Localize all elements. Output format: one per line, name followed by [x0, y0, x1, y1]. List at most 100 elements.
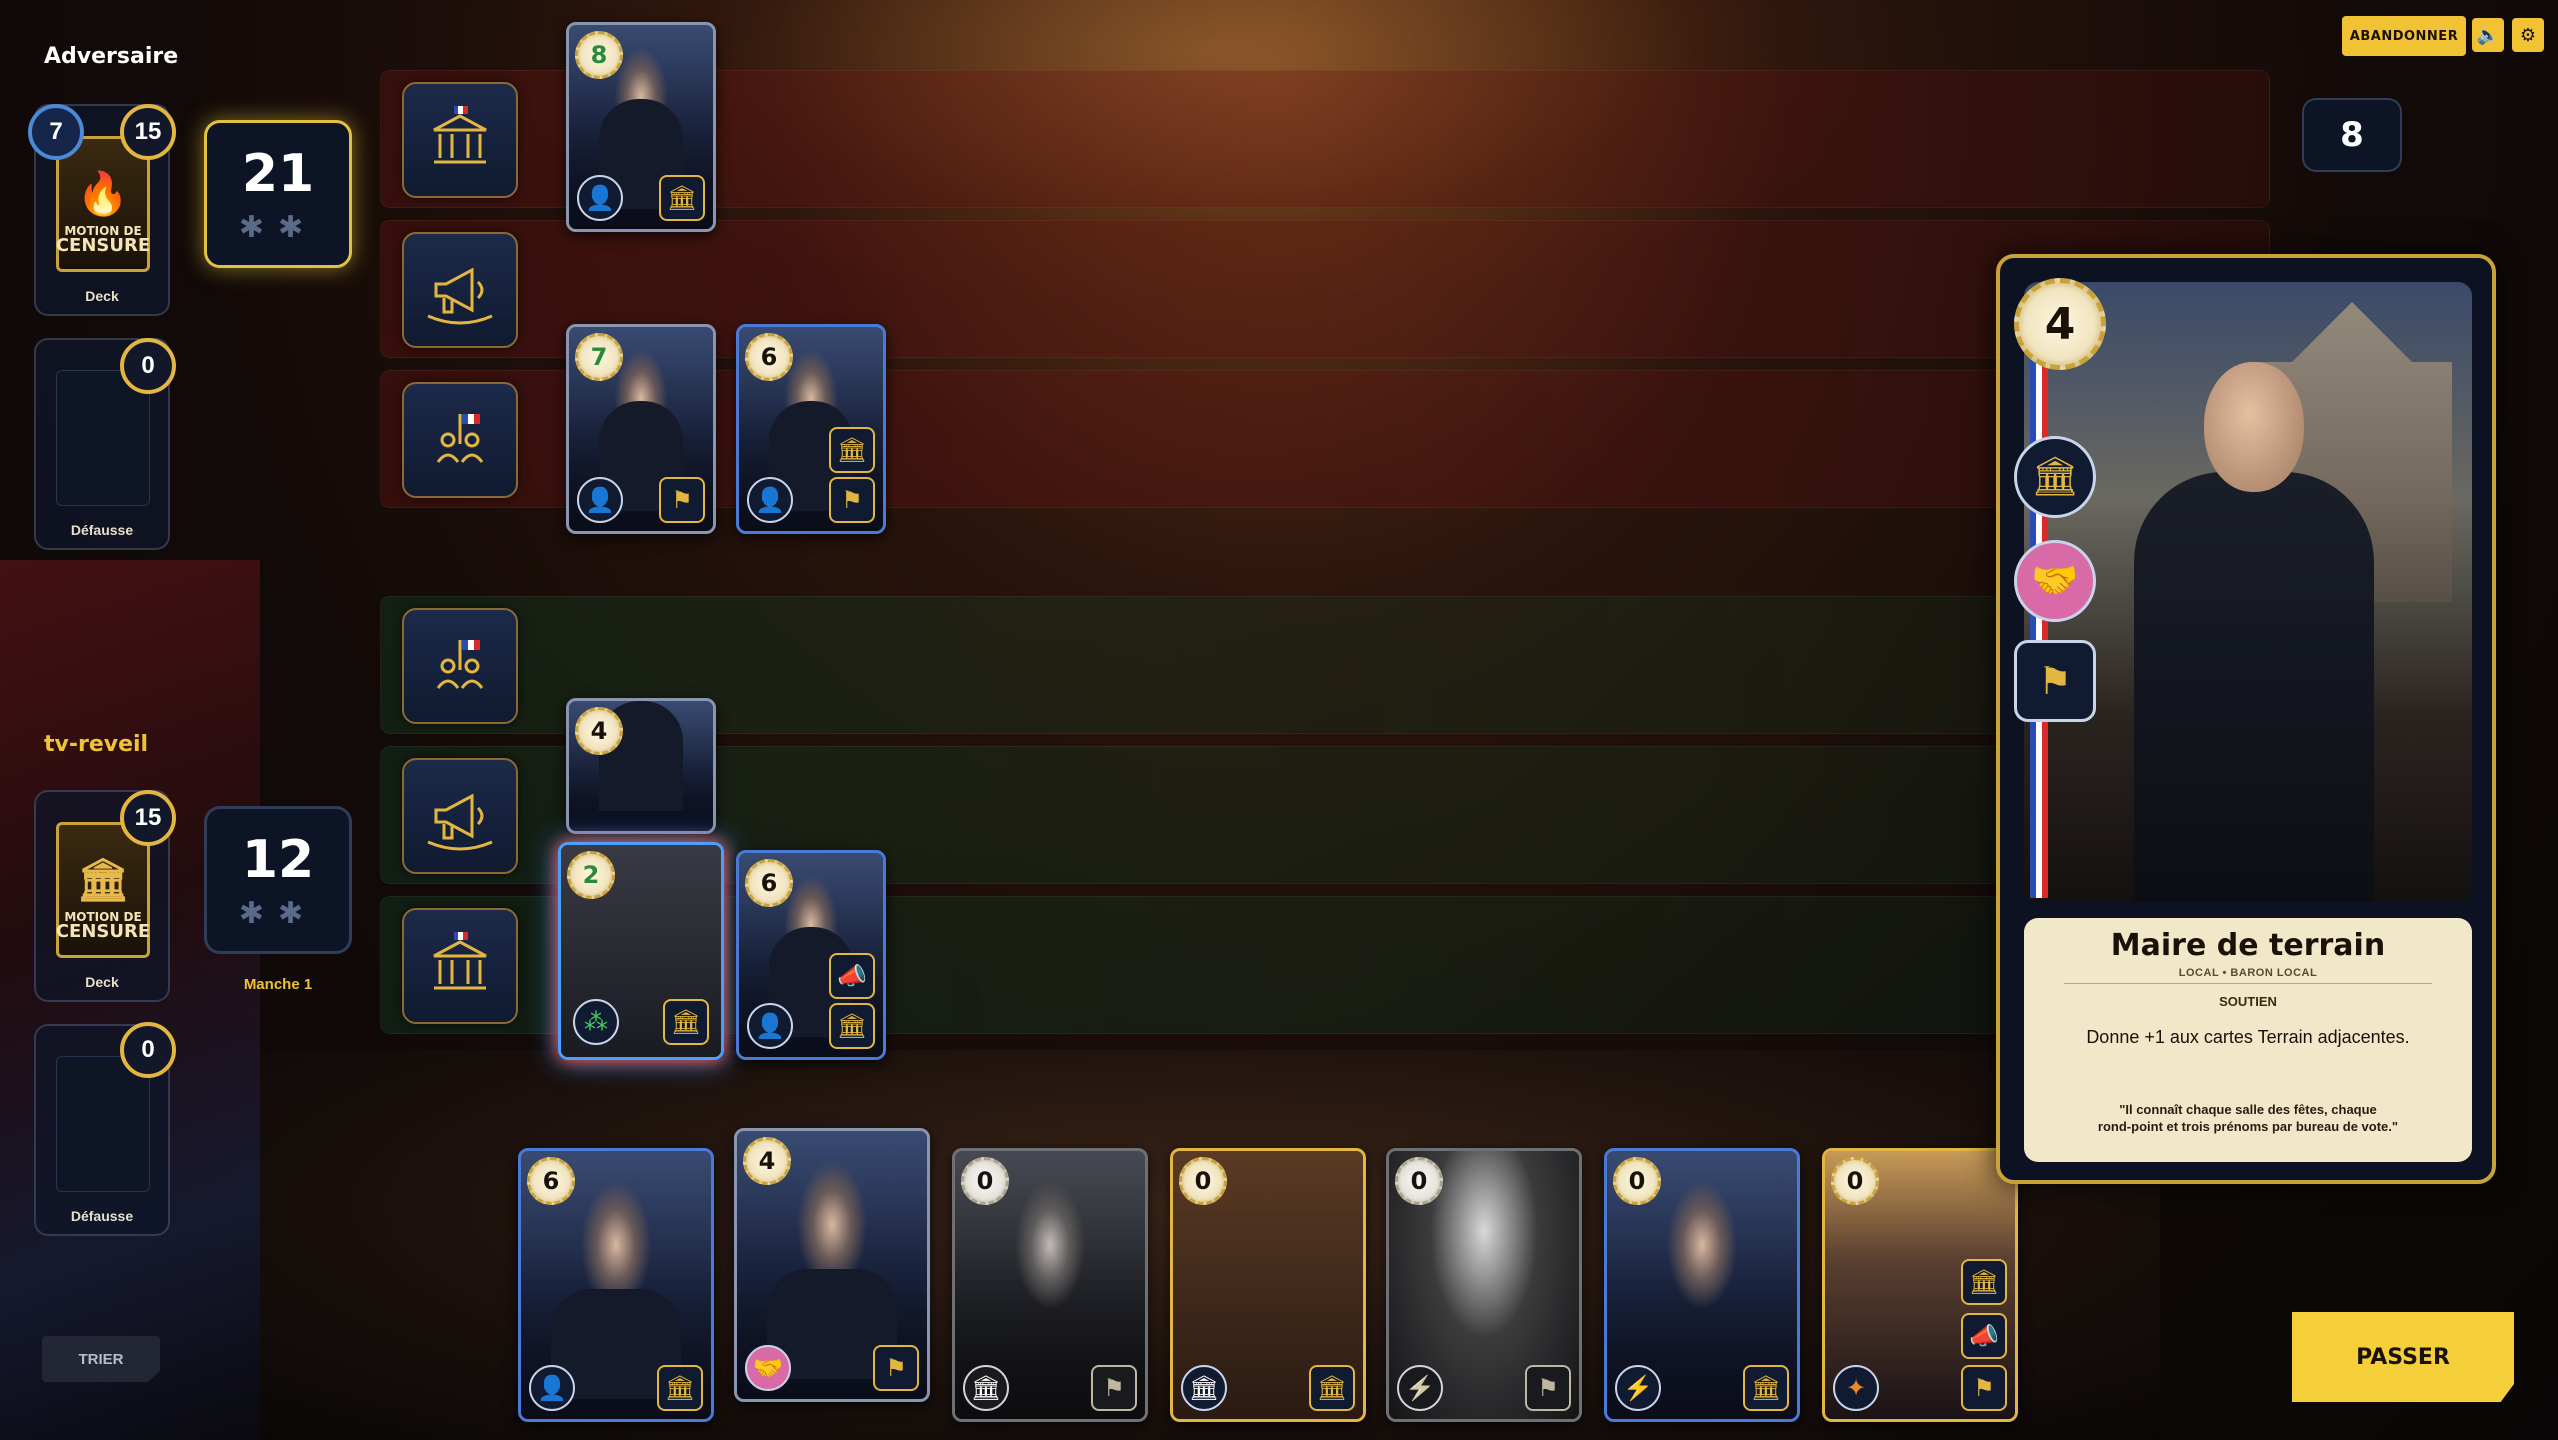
rally-icon: ⚑ [2014, 640, 2096, 722]
card-back-line2: CENSURE [55, 235, 151, 256]
player-discard-label: Défausse [70, 1208, 134, 1224]
opponent-deck-badge-right: 15 [120, 104, 176, 160]
hand-card[interactable]: 0 🏛 🏛 [1170, 1148, 1366, 1422]
institution-icon: 🏛 [659, 175, 705, 221]
opponent-score: 21 ✱✱ [204, 120, 352, 268]
hand-card[interactable]: 6 👤 🏛 [518, 1148, 714, 1422]
opponent-deck-label: Deck [85, 288, 119, 304]
gear-icon[interactable]: ⚙ [2512, 18, 2544, 52]
card-power: 6 [527, 1157, 575, 1205]
player-deck-badge: 15 [120, 790, 176, 846]
player-board-card[interactable]: 4 [566, 698, 716, 834]
handshake-icon: 🤝 [745, 1345, 791, 1391]
player-discard-count: 0 [120, 1022, 176, 1078]
head [2204, 362, 2304, 492]
rally-icon: ⚑ [873, 1345, 919, 1391]
card-power: 0 [1395, 1157, 1443, 1205]
detail-power: 4 [2014, 278, 2106, 370]
opponent-board-card[interactable]: 6 🏛 👤 ⚑ [736, 324, 886, 534]
player-board-card[interactable]: 2 ⁂ 🏛 [558, 842, 724, 1060]
lightning-icon: ⚡ [1397, 1365, 1443, 1411]
person-icon: 👤 [747, 1003, 793, 1049]
card-power: 0 [961, 1157, 1009, 1205]
sort-button[interactable]: TRIER [42, 1336, 160, 1382]
rally-icon: ⚑ [1525, 1365, 1571, 1411]
round-stars: ✱✱ [238, 896, 318, 930]
institution-icon: 🏛 [829, 427, 875, 473]
player-board-card[interactable]: 6 📣 👤 🏛 [736, 850, 886, 1060]
card-power: 0 [1613, 1157, 1661, 1205]
player-name: tv-reveil [44, 732, 149, 757]
hand-card[interactable]: 0 🏛 ⚑ [952, 1148, 1148, 1422]
detail-card-quote: "Il connaît chaque salle des fêtes, chaq… [2044, 1102, 2452, 1136]
mayor-figure [2134, 342, 2374, 902]
megaphone-icon [402, 232, 518, 348]
hand-card[interactable]: 0 ⚡ 🏛 [1604, 1148, 1800, 1422]
coat [2134, 472, 2374, 902]
hand-card[interactable]: 0 🏛 📣 ✦ ⚑ [1822, 1148, 2018, 1422]
pass-button[interactable]: PASSER [2292, 1312, 2514, 1402]
person-icon: 👤 [577, 175, 623, 221]
megaphone-icon: 📣 [829, 953, 875, 999]
card-power: 2 [567, 851, 615, 899]
institution-icon: 🏛 [76, 855, 130, 904]
institution-icon: 🏛 [963, 1365, 1009, 1411]
opponent-hand-count: 8 [2302, 98, 2402, 172]
institution-icon: 🏛 [663, 999, 709, 1045]
rally-icon: ⚑ [1961, 1365, 2007, 1411]
institution-icon [402, 908, 518, 1024]
card-detail-panel: 4 🏛 🤝 ⚑ Maire de terrain LOCAL • BARON L… [1996, 254, 2496, 1184]
person-icon: 👤 [747, 477, 793, 523]
detail-card-tags: LOCAL • BARON LOCAL [2064, 967, 2432, 984]
handshake-icon: 🤝 [2014, 540, 2096, 622]
sound-icon[interactable]: 🔈 [2472, 18, 2504, 52]
opponent-deck-badge-left: 7 [28, 104, 84, 160]
card-power: 0 [1179, 1157, 1227, 1205]
institution-icon: 🏛 [829, 1003, 875, 1049]
opponent-name: Adversaire [44, 44, 179, 69]
megaphone-icon [402, 758, 518, 874]
lightning-icon: ⚡ [1615, 1365, 1661, 1411]
megaphone-icon: 📣 [1961, 1313, 2007, 1359]
card-power: 6 [745, 333, 793, 381]
institution-icon: 🏛 [1743, 1365, 1789, 1411]
opponent-score-value: 21 [241, 143, 315, 204]
card-power: 8 [575, 31, 623, 79]
card-power: 0 [1831, 1157, 1879, 1205]
opponent-board-card[interactable]: 8 👤 🏛 [566, 22, 716, 232]
player-score-value: 12 [241, 829, 315, 890]
opponent-discard-label: Défausse [70, 522, 134, 538]
card-back-line2: CENSURE [55, 921, 151, 942]
round-stars: ✱✱ [238, 210, 318, 244]
person-icon: 👤 [577, 477, 623, 523]
rally-icon: ⚑ [829, 477, 875, 523]
detail-card-type: SOUTIEN [2219, 994, 2277, 1009]
quote-line1: "Il connaît chaque salle des fêtes, chaq… [2119, 1102, 2377, 1117]
player-discard-slot [56, 1056, 150, 1192]
card-power: 4 [743, 1137, 791, 1185]
detail-card-effect: Donne +1 aux cartes Terrain adjacentes. [2086, 1027, 2410, 1047]
flame-icon: 🔥 [76, 169, 130, 218]
hand-card[interactable]: 4 🤝 ⚑ [734, 1128, 930, 1402]
star-icon: ✦ [1833, 1365, 1879, 1411]
card-power: 4 [575, 707, 623, 755]
institution-icon: 🏛 [1181, 1365, 1227, 1411]
card-detail-info: Maire de terrain LOCAL • BARON LOCAL SOU… [2024, 918, 2472, 1162]
opponent-board-card[interactable]: 7 👤 ⚑ [566, 324, 716, 534]
hand-card[interactable]: 0 ⚡ ⚑ [1386, 1148, 1582, 1422]
institution-icon: 🏛 [657, 1365, 703, 1411]
abandon-button[interactable]: ABANDONNER [2342, 16, 2466, 56]
player-deck-label: Deck [85, 974, 119, 990]
institution-icon: 🏛 [1961, 1259, 2007, 1305]
player-score: 12 ✱✱ [204, 806, 352, 954]
detail-card-name: Maire de terrain [2110, 928, 2386, 963]
rally-icon: ⚑ [659, 477, 705, 523]
card-power: 7 [575, 333, 623, 381]
card-power: 6 [745, 859, 793, 907]
opponent-discard-count: 0 [120, 338, 176, 394]
rally-icon [402, 382, 518, 498]
rally-icon [402, 608, 518, 724]
person-icon: 👤 [529, 1365, 575, 1411]
institution-icon: 🏛 [2014, 436, 2096, 518]
quote-line2: rond-point et trois prénoms par bureau d… [2097, 1118, 2399, 1134]
